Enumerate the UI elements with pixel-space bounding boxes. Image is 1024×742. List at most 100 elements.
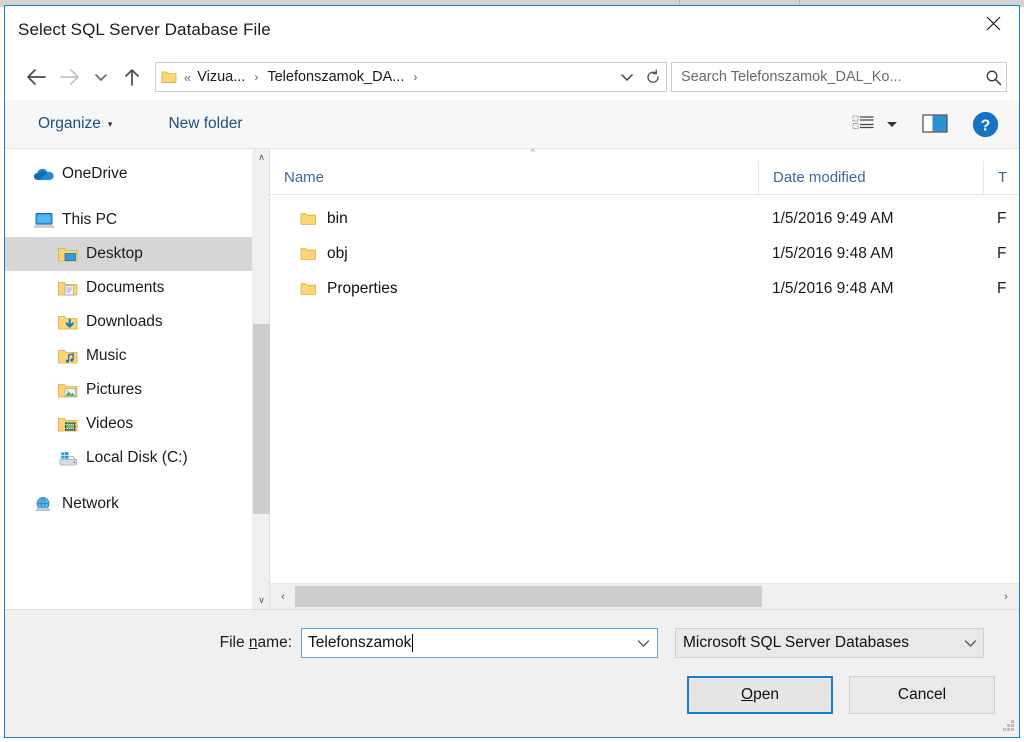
up-button[interactable] xyxy=(115,60,149,94)
folder-icon xyxy=(300,247,316,260)
sidebar-item-this-pc[interactable]: This PC xyxy=(5,203,252,237)
view-options-button[interactable] xyxy=(846,110,880,138)
address-folder-icon xyxy=(156,70,182,84)
dialog-footer: File name: Telefonszamok Microsoft SQL S… xyxy=(5,609,1019,737)
breadcrumb-item-0[interactable]: Vizua... xyxy=(195,69,247,85)
new-folder-button[interactable]: New folder xyxy=(159,110,251,138)
view-list-icon xyxy=(852,115,874,129)
scroll-down-button[interactable]: ∨ xyxy=(253,592,270,609)
dialog-body: OneDrive This PC Desktop Documents Downl… xyxy=(5,149,1019,609)
file-type-cell: F xyxy=(997,209,1007,227)
table-row[interactable]: bin 1/5/2016 9:49 AM F xyxy=(270,201,1019,236)
table-row[interactable]: Properties 1/5/2016 9:48 AM F xyxy=(270,271,1019,306)
file-name-text: obj xyxy=(327,244,348,262)
file-rows: bin 1/5/2016 9:49 AM F obj 1/5/2016 9:48… xyxy=(270,195,1019,583)
dialog-buttons: Open Cancel xyxy=(687,676,995,714)
file-date-cell: 1/5/2016 9:49 AM xyxy=(772,209,894,227)
preview-pane-button[interactable] xyxy=(916,109,954,139)
search-box[interactable]: Search Telefonszamok_DAL_Ko... xyxy=(671,62,1007,92)
scroll-up-button[interactable]: ∧ xyxy=(253,149,270,166)
organize-label: Organize xyxy=(38,115,101,132)
cancel-button[interactable]: Cancel xyxy=(849,676,995,714)
file-name-cell: bin xyxy=(270,201,758,236)
file-name-text: bin xyxy=(327,209,348,227)
sidebar-item-pictures[interactable]: Pictures xyxy=(5,373,252,407)
navigation-pane: OneDrive This PC Desktop Documents Downl… xyxy=(5,149,270,609)
breadcrumb-separator-1[interactable]: › xyxy=(406,70,424,84)
file-date-cell: 1/5/2016 9:48 AM xyxy=(772,279,894,297)
network-icon xyxy=(33,496,59,513)
refresh-icon xyxy=(647,69,659,83)
sidebar-item-music[interactable]: Music xyxy=(5,339,252,373)
column-header-date-modified[interactable]: Date modified xyxy=(758,160,983,195)
scrollbar-thumb-horizontal[interactable] xyxy=(295,586,762,607)
sidebar-item-label: Pictures xyxy=(86,381,142,398)
navigation-pane-scrollbar[interactable]: ∧ ∨ xyxy=(252,149,270,609)
back-button[interactable] xyxy=(19,60,53,94)
preview-pane-icon xyxy=(922,114,948,133)
chevron-down-icon xyxy=(621,74,633,81)
arrow-left-icon xyxy=(27,69,46,85)
resize-grip[interactable] xyxy=(1002,720,1015,733)
sidebar-item-desktop[interactable]: Desktop xyxy=(5,237,252,271)
file-name-cell: Properties xyxy=(270,271,758,306)
sidebar-item-videos[interactable]: Videos xyxy=(5,407,252,441)
file-type-dropdown[interactable]: Microsoft SQL Server Databases xyxy=(675,628,984,658)
new-folder-label: New folder xyxy=(168,115,243,132)
help-button[interactable]: ? xyxy=(966,107,1005,142)
navigation-bar: « Vizua... › Telefonszamok_DA... › Searc… xyxy=(5,54,1019,100)
music-folder-icon xyxy=(57,348,83,365)
sidebar-item-local-disk-c[interactable]: Local Disk (C:) xyxy=(5,441,252,475)
close-button[interactable] xyxy=(967,6,1019,40)
command-bar: Organize ▾ New folder ? xyxy=(5,100,1019,149)
column-header-name[interactable]: Name xyxy=(270,161,758,195)
open-button[interactable]: Open xyxy=(687,676,833,714)
open-button-accel: O xyxy=(741,686,754,703)
refresh-button[interactable] xyxy=(640,63,666,91)
file-open-dialog: Select SQL Server Database File « Vizua.… xyxy=(4,5,1020,738)
filename-dropdown-button[interactable] xyxy=(631,639,655,648)
file-date-cell: 1/5/2016 9:48 AM xyxy=(772,244,894,262)
filename-label-prefix: File xyxy=(219,634,249,651)
address-dropdown-button[interactable] xyxy=(614,63,640,91)
arrow-up-icon xyxy=(125,69,139,86)
search-input[interactable]: Search Telefonszamok_DAL_Ko... xyxy=(681,69,985,85)
table-row[interactable]: obj 1/5/2016 9:48 AM F xyxy=(270,236,1019,271)
sidebar-item-label: Local Disk (C:) xyxy=(86,449,188,466)
dialog-title: Select SQL Server Database File xyxy=(18,20,271,39)
file-type-cell: F xyxy=(997,279,1007,297)
documents-folder-icon xyxy=(57,280,83,297)
chevron-down-icon: ▾ xyxy=(107,118,113,129)
local-disk-icon xyxy=(57,450,83,467)
sidebar-item-label: Network xyxy=(62,495,119,512)
videos-folder-icon xyxy=(57,416,83,433)
file-type-value: Microsoft SQL Server Databases xyxy=(683,634,909,651)
recent-locations-button[interactable] xyxy=(87,60,115,94)
sidebar-item-downloads[interactable]: Downloads xyxy=(5,305,252,339)
onedrive-cloud-icon xyxy=(33,167,59,182)
file-list-horizontal-scrollbar[interactable]: ‹ › xyxy=(270,583,1019,609)
address-bar[interactable]: « Vizua... › Telefonszamok_DA... › xyxy=(155,62,667,92)
file-name-cell: obj xyxy=(270,236,758,271)
sort-indicator-bar: ⌃ xyxy=(270,149,1019,161)
organize-button[interactable]: Organize ▾ xyxy=(29,110,121,138)
breadcrumb-separator-0[interactable]: › xyxy=(247,70,265,84)
search-icon xyxy=(986,70,1002,85)
view-dropdown-button[interactable] xyxy=(880,116,904,133)
sidebar-item-documents[interactable]: Documents xyxy=(5,271,252,305)
filename-input[interactable]: Telefonszamok xyxy=(301,628,658,658)
dialog-titlebar: Select SQL Server Database File xyxy=(5,6,1019,54)
column-header-type[interactable]: T xyxy=(983,160,1019,195)
sidebar-item-onedrive[interactable]: OneDrive xyxy=(5,157,252,191)
scroll-left-button[interactable]: ‹ xyxy=(272,584,294,609)
forward-button[interactable] xyxy=(53,60,87,94)
cancel-button-label: Cancel xyxy=(897,686,947,703)
breadcrumb-item-1[interactable]: Telefonszamok_DA... xyxy=(265,69,406,85)
scroll-right-button[interactable]: › xyxy=(995,584,1017,609)
scrollbar-thumb-vertical[interactable] xyxy=(253,324,270,514)
breadcrumb-overflow[interactable]: « xyxy=(182,70,195,85)
folder-icon xyxy=(300,282,316,295)
sidebar-item-network[interactable]: Network xyxy=(5,487,252,521)
svg-text:?: ? xyxy=(981,117,991,134)
